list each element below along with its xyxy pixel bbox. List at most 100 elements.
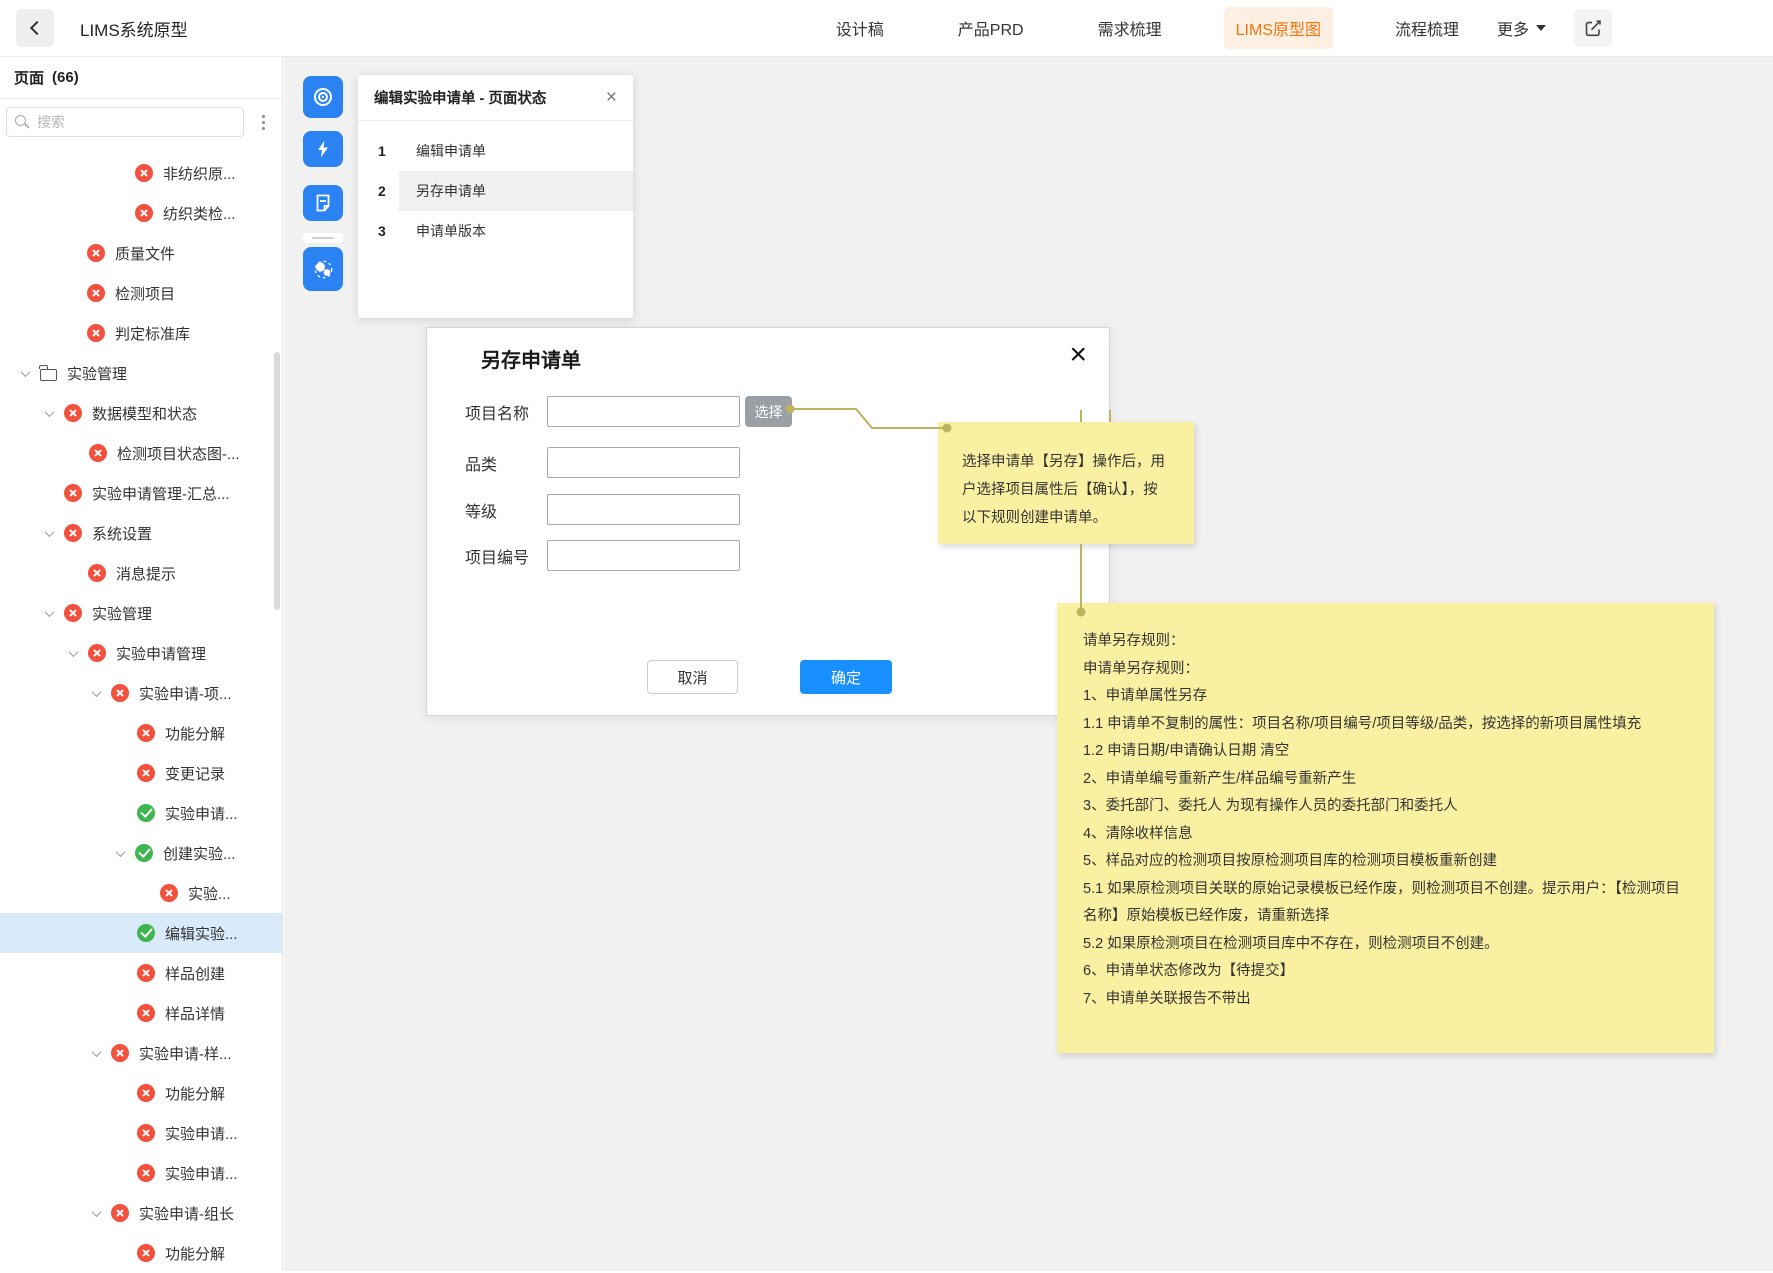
tree-item[interactable]: 功能分解 bbox=[0, 1233, 282, 1273]
select-button[interactable]: 选择 bbox=[745, 396, 792, 427]
tree-item[interactable]: 样品详情 bbox=[0, 993, 282, 1033]
back-chevron-icon bbox=[30, 21, 44, 35]
tree-item[interactable]: 实验申请-项... bbox=[0, 673, 282, 713]
chevron-down-icon[interactable] bbox=[89, 1050, 103, 1057]
page-state-number: 1 bbox=[378, 131, 386, 171]
tree-item[interactable]: 实验申请... bbox=[0, 1153, 282, 1193]
nav-tab[interactable]: 流程梳理 bbox=[1383, 7, 1471, 49]
edit-button[interactable] bbox=[1574, 9, 1612, 47]
pages-sidebar: 页面 (66) 非纺织原... 纺织类检... bbox=[0, 57, 283, 1271]
sidebar-scrollbar[interactable] bbox=[274, 352, 280, 610]
note-text-line: 1.2 申请日期/申请确认日期 清空 bbox=[1083, 738, 1688, 766]
pages-header: 页面 (66) bbox=[0, 57, 282, 99]
chevron-down-icon[interactable] bbox=[42, 410, 56, 417]
tree-item[interactable]: 实验申请... bbox=[0, 793, 282, 833]
more-menu-button[interactable]: 更多 bbox=[1497, 16, 1546, 40]
tree-item[interactable]: 实验... bbox=[0, 873, 282, 913]
tree-item[interactable]: 实验申请管理-汇总... bbox=[0, 473, 282, 513]
tree-item-label: 功能分解 bbox=[165, 1243, 225, 1264]
components-glyph bbox=[311, 257, 335, 281]
tree-item-label: 样品详情 bbox=[165, 1003, 225, 1024]
search-box bbox=[6, 107, 244, 137]
tree-item[interactable]: 检测项目状态图-... bbox=[0, 433, 282, 473]
nav-tab[interactable]: LIMS原型图 bbox=[1224, 7, 1333, 49]
close-icon[interactable]: × bbox=[606, 88, 617, 107]
search-input[interactable] bbox=[6, 107, 244, 137]
note-text-line: 申请单另存规则： bbox=[1083, 656, 1688, 684]
tree-item[interactable]: 实验申请-样... bbox=[0, 1033, 282, 1073]
nav-tab[interactable]: 需求梳理 bbox=[1086, 7, 1174, 49]
chevron-down-icon[interactable] bbox=[89, 690, 103, 697]
chevron-down-icon[interactable] bbox=[89, 1210, 103, 1217]
tree-item-label: 实验申请管理 bbox=[116, 643, 206, 664]
cancel-button[interactable]: 取消 bbox=[647, 660, 738, 694]
tree-item-label: 样品创建 bbox=[165, 963, 225, 984]
tree-item[interactable]: 创建实验... bbox=[0, 833, 282, 873]
error-icon bbox=[137, 964, 155, 982]
tree-item[interactable]: 功能分解 bbox=[0, 713, 282, 753]
field-label: 项目编号 bbox=[465, 540, 529, 571]
error-icon bbox=[137, 1124, 155, 1142]
page-state-item[interactable]: 1 编辑申请单 bbox=[358, 131, 633, 171]
tree-item[interactable]: 判定标准库 bbox=[0, 313, 282, 353]
page-state-item[interactable]: 2 另存申请单 bbox=[358, 171, 633, 211]
error-icon bbox=[89, 444, 107, 462]
error-icon bbox=[64, 404, 82, 422]
tree-item-label: 非纺织原... bbox=[163, 163, 236, 184]
page-states-header: 编辑实验申请单 - 页面状态 × bbox=[358, 75, 633, 121]
field-input[interactable] bbox=[547, 396, 740, 427]
target-icon[interactable] bbox=[303, 76, 343, 118]
tree-item[interactable]: 实验管理 bbox=[0, 353, 282, 393]
chevron-down-icon[interactable] bbox=[18, 370, 32, 377]
error-icon bbox=[64, 604, 82, 622]
tree-item[interactable]: 实验申请-组长 bbox=[0, 1193, 282, 1233]
tree-item[interactable]: 非纺织原... bbox=[0, 153, 282, 193]
error-icon bbox=[137, 1164, 155, 1182]
chevron-down-icon[interactable] bbox=[113, 850, 127, 857]
tree-item[interactable]: 实验管理 bbox=[0, 593, 282, 633]
success-icon bbox=[137, 924, 155, 942]
annotation-note-rules: 请单另存规则： 申请单另存规则： 1、申请单属性另存 1.1 申请单不复制的属性… bbox=[1057, 603, 1714, 1053]
tree-item[interactable]: 样品创建 bbox=[0, 953, 282, 993]
pages-count: (66) bbox=[52, 69, 79, 86]
pages-tree: 非纺织原... 纺织类检... 质量文件 检测项目 bbox=[0, 153, 282, 1273]
target-glyph bbox=[311, 85, 335, 109]
field-input[interactable] bbox=[547, 494, 740, 525]
toolbar-drag-handle[interactable] bbox=[303, 233, 343, 243]
note-text-line: 2、申请单编号重新产生/样品编号重新产生 bbox=[1083, 766, 1688, 794]
components-icon[interactable] bbox=[303, 247, 343, 291]
chevron-down-icon[interactable] bbox=[42, 610, 56, 617]
tree-item[interactable]: 功能分解 bbox=[0, 1073, 282, 1113]
tree-item[interactable]: 变更记录 bbox=[0, 753, 282, 793]
tree-item[interactable]: 质量文件 bbox=[0, 233, 282, 273]
tree-item[interactable]: 系统设置 bbox=[0, 513, 282, 553]
error-icon bbox=[88, 564, 106, 582]
lightning-icon[interactable] bbox=[303, 131, 343, 167]
error-icon bbox=[111, 1044, 129, 1062]
page-state-item[interactable]: 3 申请单版本 bbox=[358, 211, 633, 251]
tree-item[interactable]: 编辑实验... bbox=[0, 913, 282, 953]
page-states-panel: 编辑实验申请单 - 页面状态 × 1 编辑申请单 2 另存申请单 3 申请单版本 bbox=[358, 75, 633, 318]
nav-tab[interactable]: 产品PRD bbox=[946, 7, 1036, 49]
note-icon[interactable] bbox=[303, 185, 343, 221]
tree-item[interactable]: 实验申请管理 bbox=[0, 633, 282, 673]
tree-item[interactable]: 检测项目 bbox=[0, 273, 282, 313]
field-label: 等级 bbox=[465, 494, 497, 525]
chevron-down-icon[interactable] bbox=[42, 530, 56, 537]
tree-item[interactable]: 消息提示 bbox=[0, 553, 282, 593]
field-input[interactable] bbox=[547, 447, 740, 478]
tree-item[interactable]: 纺织类检... bbox=[0, 193, 282, 233]
tree-item[interactable]: 数据模型和状态 bbox=[0, 393, 282, 433]
error-icon bbox=[111, 684, 129, 702]
confirm-button[interactable]: 确定 bbox=[800, 660, 892, 694]
field-label: 品类 bbox=[465, 447, 497, 478]
field-input[interactable] bbox=[547, 540, 740, 571]
close-icon[interactable]: × bbox=[1069, 340, 1087, 370]
back-button[interactable] bbox=[16, 9, 54, 47]
tree-item[interactable]: 实验申请... bbox=[0, 1113, 282, 1153]
sidebar-menu-button[interactable] bbox=[250, 109, 276, 135]
tree-item-label: 数据模型和状态 bbox=[92, 403, 197, 424]
chevron-down-icon[interactable] bbox=[66, 650, 80, 657]
error-icon bbox=[111, 1204, 129, 1222]
nav-tab[interactable]: 设计稿 bbox=[824, 7, 896, 49]
